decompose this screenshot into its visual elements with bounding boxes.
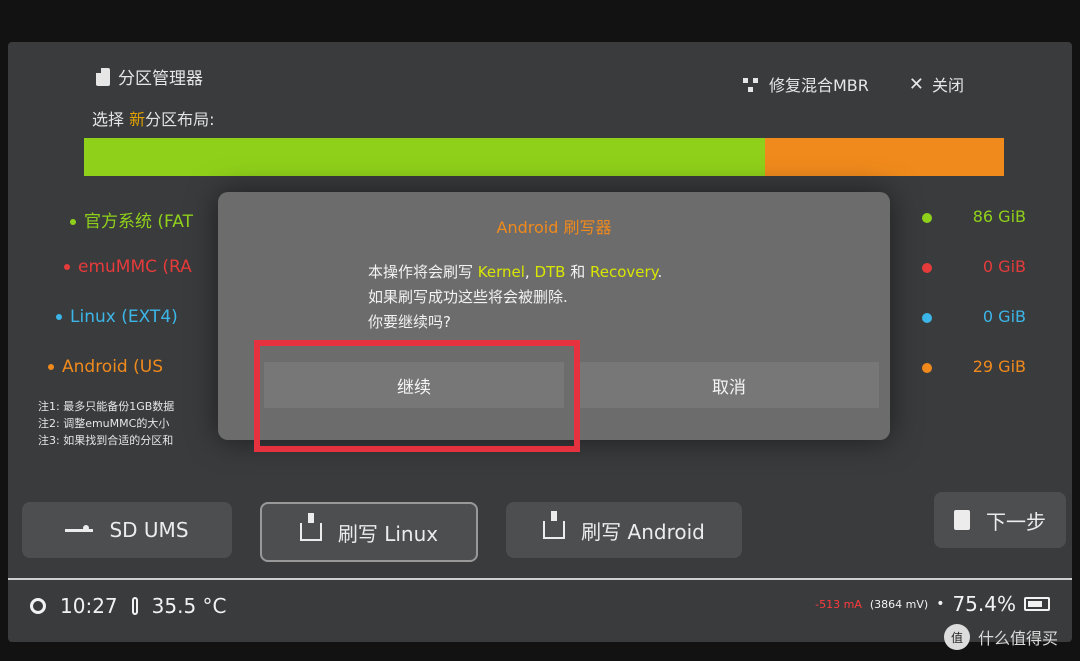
legend-size-marker — [922, 313, 932, 323]
top-bar: 分区管理器 修复混合MBR ✕ 关闭 — [8, 42, 1072, 98]
partition-size: 29 GiB — [972, 357, 1026, 376]
and-text: 和 — [565, 263, 591, 281]
mbr-icon — [741, 76, 761, 92]
partition-size: 0 GiB — [982, 307, 1026, 326]
dtb-text: DTB — [534, 263, 566, 281]
partition-size: 86 GiB — [972, 207, 1026, 226]
legend-label: Android (US — [62, 357, 163, 377]
kernel-text: Kernel — [477, 263, 525, 281]
usb-icon — [65, 523, 94, 537]
download-icon — [299, 513, 322, 541]
legend-item: Android (US — [48, 357, 163, 381]
battery-voltage: (3864 mV) — [869, 597, 929, 611]
select-highlight: 新 — [129, 110, 146, 129]
status-right: -513 mA (3864 mV) • 75.4% — [815, 592, 1050, 616]
note-3: 注3: 如果找到合适的分区和 — [38, 434, 174, 447]
temperature: 35.5 °C — [151, 594, 227, 618]
sd-ums-label: SD UMS — [109, 518, 189, 542]
sd-ums-button[interactable]: SD UMS — [22, 502, 232, 558]
next-label: 下一步 — [986, 509, 1046, 534]
period: . — [657, 263, 663, 281]
note-2: 注2: 调整emuMMC的大小 — [38, 417, 170, 430]
partition-segment — [84, 138, 765, 176]
legend-size-marker — [922, 363, 932, 373]
watermark-text: 什么值得买 — [977, 629, 1058, 648]
select-prefix: 选择 — [92, 110, 130, 129]
dialog-line-3: 你要继续吗? — [368, 313, 451, 331]
partition-segment — [764, 138, 1004, 176]
flash-android-label: 刷写 Android — [581, 519, 705, 544]
legend-label: emuMMC (RA — [78, 257, 192, 277]
app-title-area: 分区管理器 — [96, 64, 203, 89]
app-title: 分区管理器 — [118, 69, 203, 89]
flash-linux-button[interactable]: 刷写 Linux — [260, 502, 478, 562]
status-left: 10:27 35.5 °C — [30, 594, 227, 618]
battery-percent: 75.4% — [952, 592, 1016, 616]
cancel-button[interactable]: 取消 — [578, 362, 879, 408]
note-1: 注1: 最多只能备份1GB数据 — [38, 400, 175, 413]
flash-android-button[interactable]: 刷写 Android — [506, 502, 742, 558]
cancel-label: 取消 — [712, 377, 746, 398]
screen: 分区管理器 修复混合MBR ✕ 关闭 选择 新分区布局: 官方系统 (FAT 86… — [8, 42, 1072, 642]
next-button[interactable]: 下一步 — [934, 492, 1066, 548]
legend-size-marker — [922, 263, 932, 273]
legend-dot — [56, 314, 62, 320]
watermark: 值 什么值得买 — [943, 624, 1058, 650]
battery-icon — [1024, 597, 1050, 611]
separator-dot: • — [936, 596, 945, 612]
select-suffix: 分区布局: — [145, 110, 215, 129]
recovery-text: Recovery — [590, 263, 658, 281]
download-icon — [543, 511, 566, 539]
legend-dot — [48, 364, 54, 370]
layout-select-label: 选择 新分区布局: — [92, 106, 215, 130]
fix-mbr-button[interactable]: 修复混合MBR — [741, 72, 869, 96]
battery-current: -513 mA — [815, 597, 862, 611]
thermometer-icon — [131, 597, 138, 615]
legend-item: 官方系统 (FAT — [70, 207, 193, 232]
legend-label: Linux (EXT4) — [70, 307, 178, 327]
clock-time: 10:27 — [60, 594, 118, 618]
watermark-logo: 值 — [943, 624, 970, 650]
flash-linux-label: 刷写 Linux — [337, 521, 439, 546]
legend-item: emuMMC (RA — [64, 257, 192, 281]
notes: 注1: 最多只能备份1GB数据 注2: 调整emuMMC的大小 注3: 如果找到… — [38, 398, 174, 449]
clock-icon — [30, 598, 46, 614]
sd-card-icon — [954, 510, 970, 530]
dialog-line-1: 本操作将会刷写 Kernel, DTB 和 Recovery. — [368, 260, 662, 285]
legend-size-marker — [922, 213, 932, 223]
fix-mbr-label: 修复混合MBR — [768, 76, 869, 95]
partition-bar[interactable] — [84, 138, 1004, 176]
sd-card-icon — [96, 67, 110, 86]
dialog-line1-prefix: 本操作将会刷写 — [368, 263, 478, 281]
close-label: 关闭 — [931, 76, 964, 95]
dialog-body: 本操作将会刷写 Kernel, DTB 和 Recovery. 如果刷写成功这些… — [368, 260, 662, 335]
legend-dot — [70, 219, 76, 225]
legend-dot — [64, 264, 70, 270]
highlight-annotation-box — [254, 340, 580, 452]
dialog-title: Android 刷写器 — [496, 218, 612, 237]
top-actions: 修复混合MBR ✕ 关闭 — [741, 72, 964, 96]
status-divider — [8, 578, 1072, 580]
dialog-line-2: 如果刷写成功这些将会被删除. — [368, 288, 568, 306]
partition-size: 0 GiB — [982, 257, 1026, 276]
legend-label: 官方系统 (FAT — [84, 212, 193, 232]
close-button[interactable]: ✕ 关闭 — [909, 72, 964, 96]
close-icon: ✕ — [908, 73, 924, 95]
legend-item: Linux (EXT4) — [56, 307, 178, 331]
